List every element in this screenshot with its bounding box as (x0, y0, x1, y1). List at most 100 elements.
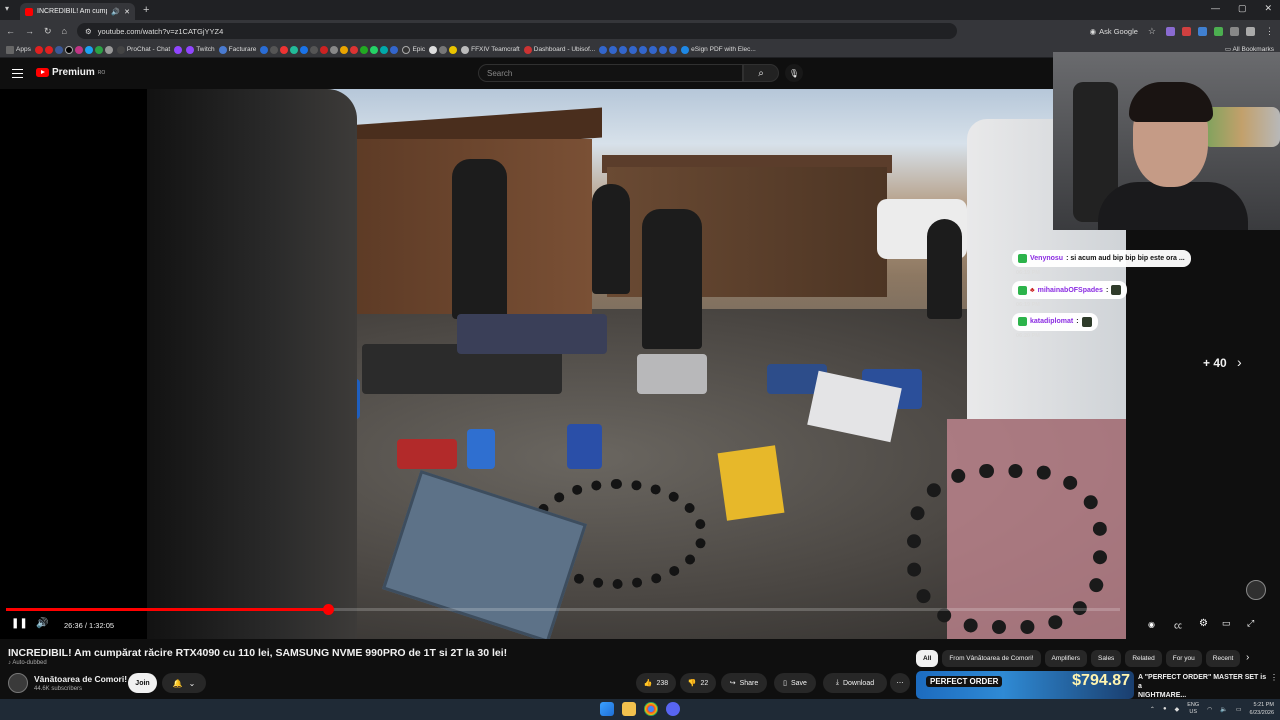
bookmark-icon[interactable] (34, 45, 113, 54)
wifi-icon[interactable]: ◠ (1207, 706, 1212, 713)
subtitles-icon[interactable]: ㏄ (1174, 620, 1182, 631)
search-button[interactable]: ⌕ (743, 64, 779, 82)
chat-text: : (1076, 318, 1079, 325)
bookmark-epic[interactable]: Epic (402, 45, 425, 54)
progress-scrubber[interactable] (322, 604, 334, 615)
menu-kebab-icon[interactable]: ⋮ (1265, 26, 1274, 37)
home-icon[interactable]: ⌂ (62, 26, 67, 36)
bookmark-star-icon[interactable]: ☆ (1148, 26, 1156, 37)
back-icon[interactable]: ← (6, 26, 15, 36)
dislike-button[interactable]: 👎 22 (680, 673, 716, 693)
theater-mode-icon[interactable]: ▭ (1222, 618, 1231, 629)
site-info-icon[interactable]: ⚙ (85, 27, 92, 36)
tray-app-icon[interactable]: ◆ (1175, 706, 1180, 713)
extension-icon[interactable] (1214, 26, 1223, 36)
chat-message: ♣ mihainabOFSpades : (1012, 281, 1128, 299)
more-actions-button[interactable]: ⋯ (890, 673, 910, 693)
extension-icon[interactable] (1198, 26, 1207, 36)
menu-hamburger-icon[interactable] (12, 69, 23, 78)
bookmark-ubisoft[interactable]: Dashboard - Ubisof... (523, 45, 595, 54)
bookmark-esign[interactable]: eSign PDF with Elec... (681, 45, 756, 54)
chip-sales[interactable]: Sales (1091, 650, 1122, 667)
chevron-up-icon[interactable]: ⌃ (1150, 706, 1155, 713)
app-icon[interactable] (666, 702, 680, 716)
bookmark-ffxiv[interactable]: FFXIV Teamcraft (461, 45, 520, 54)
ask-google-button[interactable]: ◉ Ask Google (1090, 27, 1138, 36)
audio-icon[interactable]: 🔊 (111, 8, 120, 16)
video-person (642, 209, 702, 349)
windows-start-icon[interactable] (600, 702, 614, 716)
extension-icon[interactable] (1230, 26, 1239, 36)
more-count[interactable]: + 40 (1203, 356, 1227, 370)
close-window-icon[interactable]: ✕ (1264, 3, 1272, 14)
like-button[interactable]: 👍 238 (636, 673, 676, 693)
join-button[interactable]: Join (128, 673, 157, 693)
chip-amplifiers[interactable]: Amplifiers (1044, 650, 1088, 667)
clock[interactable]: 5:21 PM 6/23/2026 (1250, 701, 1274, 717)
tray-app-icon[interactable]: ● (1163, 706, 1167, 712)
channel-name[interactable]: Vânătoarea de Comori! (34, 674, 127, 684)
browser-tab[interactable]: INCREDIBIL! Am cumpărat ră 🔊 ✕ (20, 3, 135, 20)
chevron-right-icon[interactable]: › (1246, 652, 1249, 663)
share-button[interactable]: ↪ Share (721, 673, 767, 693)
settings-gear-icon[interactable]: ⚙ (1199, 618, 1208, 629)
pause-button[interactable]: ❚❚ (11, 618, 28, 629)
bookmark-icon[interactable] (599, 45, 678, 54)
new-tab-icon[interactable]: + (143, 4, 149, 16)
maximize-icon[interactable]: ▢ (1238, 3, 1247, 14)
recommended-title[interactable]: A "PERFECT ORDER" MASTER SET is a NIGHTM… (1138, 673, 1268, 700)
auto-dubbed-label: ♪ Auto-dubbed (8, 660, 47, 666)
search-icon: ⌕ (758, 67, 764, 79)
volume-icon[interactable]: 🔊 (36, 618, 48, 629)
chat-badge-icon: ♣ (1030, 286, 1035, 294)
tab-search-icon[interactable]: ▾ (5, 4, 9, 13)
chevron-right-icon[interactable]: › (1237, 354, 1242, 370)
microphone-icon: 🎙 (788, 68, 800, 78)
chat-message: katadiplomat : (1012, 312, 1098, 331)
chat-badge-icon (1018, 254, 1027, 263)
close-tab-icon[interactable]: ✕ (124, 8, 130, 16)
chip-recent[interactable]: Recent (1205, 650, 1240, 667)
channel-watermark-icon[interactable] (1246, 580, 1266, 600)
video-foreground-person (147, 89, 357, 639)
more-vertical-icon[interactable]: ⋮ (1270, 673, 1278, 682)
bookmark-icon[interactable] (174, 45, 183, 54)
chip-from-channel[interactable]: From Vânătoarea de Comori! (942, 650, 1041, 667)
chat-badge-icon (1018, 317, 1027, 326)
url-text[interactable]: youtube.com/watch?v=z1CATGjYYZ4 (98, 27, 224, 36)
notifications-button[interactable]: 🔔 ⌄ (162, 673, 206, 693)
language-indicator[interactable]: ENG US (1187, 702, 1199, 716)
extension-icon[interactable] (1166, 26, 1175, 36)
bookmark-icon[interactable] (260, 45, 399, 54)
file-explorer-icon[interactable] (622, 702, 636, 716)
profile-avatar[interactable] (1246, 26, 1255, 36)
battery-icon[interactable]: ▭ (1236, 706, 1242, 713)
bookmark-twitch[interactable]: Twitch (186, 45, 215, 54)
download-button[interactable]: ⤓ Download (823, 673, 887, 693)
chip-for-you[interactable]: For you (1165, 650, 1202, 667)
recommended-thumbnail[interactable]: PERFECT ORDER $794.87 (916, 671, 1134, 699)
speaker-icon[interactable]: 🔈 (1220, 706, 1227, 713)
progress-bar[interactable] (6, 604, 1120, 615)
bookmark-prochat[interactable]: ProChat - Chat (116, 45, 170, 54)
chip-all[interactable]: All (916, 650, 939, 667)
chip-related[interactable]: Related (1125, 650, 1162, 667)
bookmark-icon[interactable] (429, 45, 458, 54)
save-button[interactable]: ▯ Save (774, 673, 816, 693)
channel-avatar[interactable] (8, 673, 28, 693)
voice-search-button[interactable]: 🎙 (785, 64, 803, 82)
youtube-premium-logo[interactable]: Premium RO (36, 67, 105, 78)
autoplay-toggle-icon[interactable]: ◉ (1148, 620, 1155, 629)
fullscreen-icon[interactable]: ⤢ (1247, 618, 1254, 629)
omnibox[interactable]: ⚙ youtube.com/watch?v=z1CATGjYYZ4 (76, 23, 957, 39)
search-input[interactable]: Search (478, 64, 743, 82)
more-horizontal-icon: ⋯ (896, 680, 904, 687)
video-player[interactable] (0, 89, 1126, 639)
reload-icon[interactable]: ↻ (44, 26, 52, 37)
minimize-icon[interactable]: — (1211, 3, 1220, 14)
chrome-icon[interactable] (644, 702, 658, 716)
forward-icon[interactable]: → (25, 26, 34, 36)
bookmark-facturare[interactable]: Facturare (218, 45, 256, 54)
extension-icon[interactable] (1182, 26, 1191, 36)
bookmark-apps[interactable]: Apps (6, 45, 31, 54)
